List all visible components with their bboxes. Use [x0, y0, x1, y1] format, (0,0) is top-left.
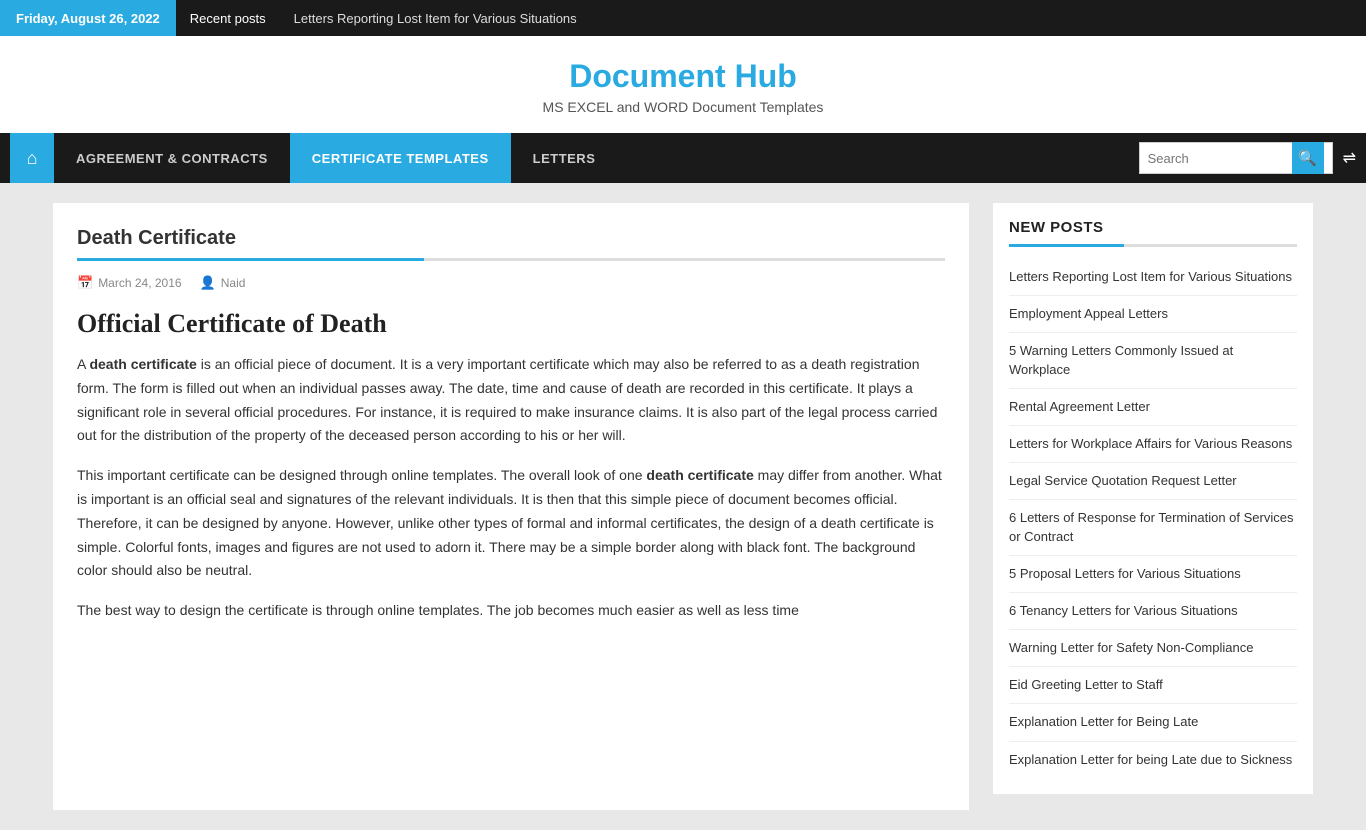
nav-certificate-templates[interactable]: CERTIFICATE TEMPLATES — [290, 133, 511, 183]
new-posts-section: NEW POSTS Letters Reporting Lost Item fo… — [993, 203, 1313, 794]
ticker-text: Letters Reporting Lost Item for Various … — [280, 11, 591, 26]
content-heading: Official Certificate of Death — [77, 309, 945, 339]
site-header: Document Hub MS EXCEL and WORD Document … — [0, 36, 1366, 133]
article-author: 👤 Naid — [200, 275, 246, 291]
sidebar-link-10[interactable]: Eid Greeting Letter to Staff — [1009, 667, 1297, 704]
site-title: Document Hub — [0, 58, 1366, 95]
search-input[interactable] — [1148, 151, 1288, 166]
sidebar-link-1[interactable]: Employment Appeal Letters — [1009, 296, 1297, 333]
sidebar-link-4[interactable]: Letters for Workplace Affairs for Variou… — [1009, 426, 1297, 463]
article-author-text: Naid — [221, 276, 246, 290]
sidebar-link-8[interactable]: 6 Tenancy Letters for Various Situations — [1009, 593, 1297, 630]
content-para-3: The best way to design the certificate i… — [77, 599, 945, 623]
sidebar: NEW POSTS Letters Reporting Lost Item fo… — [993, 203, 1313, 810]
sidebar-link-0[interactable]: Letters Reporting Lost Item for Various … — [1009, 259, 1297, 296]
main-nav: ⌂ AGREEMENT & CONTRACTS CERTIFICATE TEMP… — [0, 133, 1366, 183]
content-para-2: This important certificate can be design… — [77, 464, 945, 583]
nav-agreement-contracts[interactable]: AGREEMENT & CONTRACTS — [54, 133, 290, 183]
title-underline — [77, 258, 945, 261]
shuffle-button[interactable]: ⇌ — [1343, 148, 1356, 168]
sidebar-link-2[interactable]: 5 Warning Letters Commonly Issued at Wor… — [1009, 333, 1297, 388]
calendar-icon: 📅 — [77, 275, 93, 291]
section-underline — [1009, 244, 1297, 247]
sidebar-link-7[interactable]: 5 Proposal Letters for Various Situation… — [1009, 556, 1297, 593]
top-bar: Friday, August 26, 2022 Recent posts Let… — [0, 0, 1366, 36]
sidebar-link-9[interactable]: Warning Letter for Safety Non-Compliance — [1009, 630, 1297, 667]
sidebar-link-12[interactable]: Explanation Letter for being Late due to… — [1009, 742, 1297, 778]
search-box: 🔍 — [1139, 142, 1333, 174]
recent-label: Recent posts — [176, 0, 280, 36]
nav-letters[interactable]: LETTERS — [511, 133, 618, 183]
author-icon: 👤 — [200, 275, 216, 291]
site-subtitle: MS EXCEL and WORD Document Templates — [0, 99, 1366, 115]
home-nav-button[interactable]: ⌂ — [10, 133, 54, 183]
search-button[interactable]: 🔍 — [1292, 142, 1324, 174]
new-posts-title: NEW POSTS — [1009, 219, 1297, 236]
article-meta: 📅 March 24, 2016 👤 Naid — [77, 275, 945, 291]
content-para-1: A death certificate is an official piece… — [77, 353, 945, 448]
main-content: Death Certificate 📅 March 24, 2016 👤 Nai… — [53, 203, 969, 810]
sidebar-link-6[interactable]: 6 Letters of Response for Termination of… — [1009, 500, 1297, 555]
sidebar-link-5[interactable]: Legal Service Quotation Request Letter — [1009, 463, 1297, 500]
sidebar-link-3[interactable]: Rental Agreement Letter — [1009, 389, 1297, 426]
article-date-text: March 24, 2016 — [98, 276, 181, 290]
sidebar-link-11[interactable]: Explanation Letter for Being Late — [1009, 704, 1297, 741]
page-wrapper: Death Certificate 📅 March 24, 2016 👤 Nai… — [33, 183, 1333, 830]
article-title: Death Certificate — [77, 227, 945, 250]
article-date: 📅 March 24, 2016 — [77, 275, 182, 291]
date-display: Friday, August 26, 2022 — [0, 0, 176, 36]
